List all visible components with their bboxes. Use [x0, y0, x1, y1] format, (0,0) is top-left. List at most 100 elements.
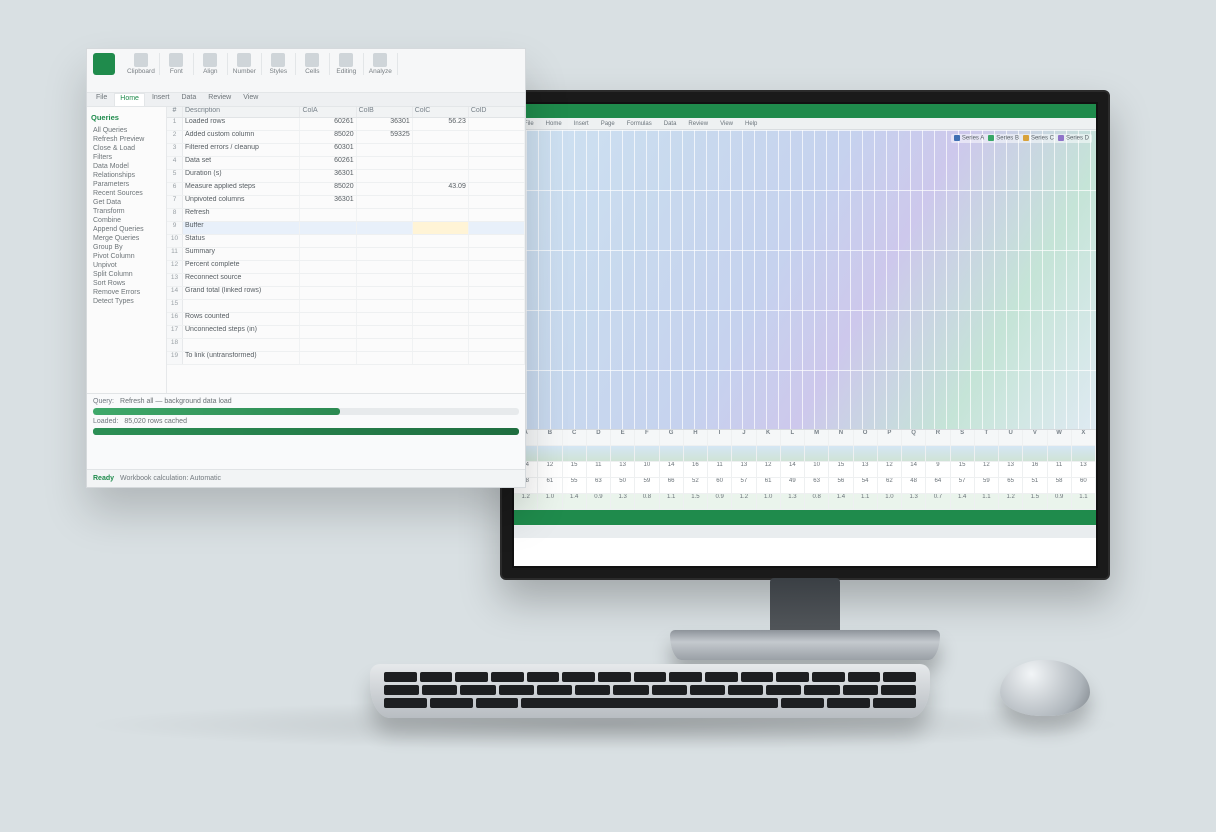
grid-cell[interactable]: 1.4: [829, 494, 853, 509]
grid-row[interactable]: 1412151113101416111312141015131214915121…: [514, 462, 1096, 478]
grid-cell[interactable]: 62: [878, 478, 902, 493]
cell[interactable]: [413, 196, 469, 208]
column-header[interactable]: Description: [183, 107, 300, 117]
grid-cell[interactable]: I: [708, 430, 732, 445]
grid-cell[interactable]: T: [975, 430, 999, 445]
table-row[interactable]: 14Grand total (linked rows): [167, 287, 525, 300]
grid-cell[interactable]: L: [781, 430, 805, 445]
monitor-ribbon-tabs[interactable]: FileHomeInsertPageFormulasDataReviewView…: [514, 118, 1096, 130]
grid-cell[interactable]: 1.3: [902, 494, 926, 509]
grid-cell[interactable]: 0.9: [587, 494, 611, 509]
cell[interactable]: [469, 170, 525, 182]
tab-insert[interactable]: Insert: [147, 93, 175, 106]
cell[interactable]: [469, 131, 525, 143]
grid-cell[interactable]: 15: [829, 462, 853, 477]
grid-cell[interactable]: 65: [999, 478, 1023, 493]
cell[interactable]: [357, 248, 413, 260]
sidebar-item[interactable]: Unpivot: [91, 261, 162, 270]
app-icon[interactable]: [93, 53, 115, 75]
grid-cell[interactable]: Q: [902, 430, 926, 445]
sidebar-item[interactable]: Parameters: [91, 180, 162, 189]
cell[interactable]: [469, 287, 525, 299]
cell[interactable]: [469, 144, 525, 156]
cell[interactable]: [357, 222, 413, 234]
row-number[interactable]: 9: [167, 222, 183, 234]
cell[interactable]: [469, 326, 525, 338]
cell[interactable]: [300, 261, 356, 273]
grid-cell[interactable]: 1.4: [951, 494, 975, 509]
row-number[interactable]: 12: [167, 261, 183, 273]
cell[interactable]: [357, 196, 413, 208]
cell[interactable]: [300, 300, 356, 312]
cell[interactable]: To link (untransformed): [183, 352, 300, 364]
cell[interactable]: 60261: [300, 118, 356, 130]
table-row[interactable]: 17Unconnected steps (in): [167, 326, 525, 339]
grid-cell[interactable]: 11: [587, 462, 611, 477]
row-number[interactable]: 16: [167, 313, 183, 325]
grid-cell[interactable]: 64: [926, 478, 950, 493]
grid-cell[interactable]: P: [878, 430, 902, 445]
cell[interactable]: 60301: [300, 144, 356, 156]
cell[interactable]: [413, 248, 469, 260]
cell[interactable]: [357, 326, 413, 338]
grid-cell[interactable]: 15: [951, 462, 975, 477]
grid-cell[interactable]: 13: [611, 462, 635, 477]
cell[interactable]: 56.23: [413, 118, 469, 130]
table-row[interactable]: 3Filtered errors / cleanup60301: [167, 144, 525, 157]
row-number[interactable]: 19: [167, 352, 183, 364]
grid-cell[interactable]: 61: [538, 478, 562, 493]
grid-cell[interactable]: 49: [781, 478, 805, 493]
ribbon-group-styles[interactable]: Styles: [262, 53, 296, 75]
grid-cell[interactable]: M: [805, 430, 829, 445]
tab-view[interactable]: View: [238, 93, 263, 106]
cell[interactable]: [300, 313, 356, 325]
grid-cell[interactable]: 1.1: [854, 494, 878, 509]
row-number[interactable]: 2: [167, 131, 183, 143]
monitor-tab-insert[interactable]: Insert: [570, 121, 593, 127]
cell[interactable]: [413, 300, 469, 312]
cell[interactable]: [300, 248, 356, 260]
ribbon-tabs[interactable]: FileHomeInsertDataReviewView: [87, 93, 525, 107]
row-number[interactable]: 11: [167, 248, 183, 260]
grid-cell[interactable]: 16: [1023, 462, 1047, 477]
table-row[interactable]: 2Added custom column8502059325: [167, 131, 525, 144]
grid-cell[interactable]: 12: [878, 462, 902, 477]
grid-cell[interactable]: 0.7: [926, 494, 950, 509]
grid-cell[interactable]: 14: [781, 462, 805, 477]
cell[interactable]: [413, 274, 469, 286]
table-row[interactable]: 18: [167, 339, 525, 352]
grid-row[interactable]: 5861556350596652605761496356546248645759…: [514, 478, 1096, 494]
grid-cell[interactable]: D: [587, 430, 611, 445]
cell[interactable]: [413, 131, 469, 143]
sidebar-item[interactable]: All Queries: [91, 126, 162, 135]
cell[interactable]: [357, 287, 413, 299]
row-number[interactable]: 4: [167, 157, 183, 169]
row-number[interactable]: 3: [167, 144, 183, 156]
ribbon-group-cells[interactable]: Cells: [296, 53, 330, 75]
row-number[interactable]: 17: [167, 326, 183, 338]
column-header[interactable]: ColB: [357, 107, 413, 117]
grid-cell[interactable]: 59: [635, 478, 659, 493]
grid-cell[interactable]: 15: [563, 462, 587, 477]
cell[interactable]: Grand total (linked rows): [183, 287, 300, 299]
row-number[interactable]: 13: [167, 274, 183, 286]
grid-cell[interactable]: 11: [708, 462, 732, 477]
table-row[interactable]: 9Buffer: [167, 222, 525, 235]
grid-cell[interactable]: J: [732, 430, 756, 445]
cell[interactable]: [300, 352, 356, 364]
grid-cell[interactable]: 13: [854, 462, 878, 477]
cell[interactable]: Reconnect source: [183, 274, 300, 286]
cell[interactable]: Buffer: [183, 222, 300, 234]
row-number[interactable]: 1: [167, 118, 183, 130]
cell[interactable]: 43.09: [413, 183, 469, 195]
cell[interactable]: [300, 326, 356, 338]
ribbon-group-font[interactable]: Font: [160, 53, 194, 75]
cell[interactable]: [300, 235, 356, 247]
cell[interactable]: [357, 300, 413, 312]
cell[interactable]: [469, 183, 525, 195]
cell[interactable]: Added custom column: [183, 131, 300, 143]
grid-cell[interactable]: 1.3: [611, 494, 635, 509]
cell[interactable]: [300, 274, 356, 286]
cell[interactable]: Unpivoted columns: [183, 196, 300, 208]
grid-cell[interactable]: 57: [951, 478, 975, 493]
